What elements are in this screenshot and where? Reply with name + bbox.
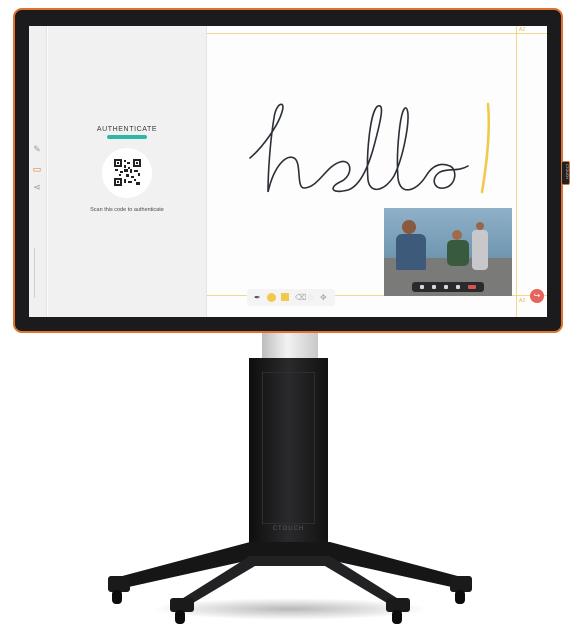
caster-wheel-back-left	[175, 610, 185, 624]
move-icon[interactable]: ✥	[320, 293, 327, 302]
authenticate-caption: Scan this code to authenticate	[90, 207, 164, 213]
end-call-button[interactable]	[468, 285, 476, 289]
drawing-toolbar: ✒ ⌫ ◌ ✥	[247, 289, 335, 306]
qr-code-icon[interactable]	[114, 159, 141, 186]
stand-column-panel	[262, 372, 315, 524]
side-tag-label: CTOUCH	[565, 164, 569, 179]
corner-label-top: A2	[519, 27, 526, 33]
person-2-head	[452, 230, 462, 240]
caster-wheel-front-left	[112, 590, 122, 604]
stand-base	[108, 542, 472, 612]
person-2-body	[447, 240, 469, 266]
pen-icon[interactable]: ✒	[254, 293, 261, 302]
corner-label-bottom: A2	[519, 298, 526, 304]
person-3-body	[472, 230, 488, 270]
screen: ✎ ▭ ⋖ AUTHENTICATE Scan this code to aut…	[29, 26, 547, 317]
side-tag: CTOUCH	[561, 161, 570, 185]
camera-button[interactable]	[420, 285, 424, 289]
share-fab-button[interactable]: ↪	[530, 289, 544, 303]
guide-line-right	[516, 26, 517, 317]
handwriting-hello[interactable]	[244, 96, 504, 206]
sidebar-scroll-track[interactable]	[34, 248, 35, 298]
caster-wheel-back-right	[392, 610, 402, 624]
screen-share-icon[interactable]: ▭	[32, 164, 42, 174]
shape-square[interactable]	[281, 293, 289, 301]
mic-button[interactable]	[432, 285, 436, 289]
left-sidebar: ✎ ▭ ⋖	[29, 26, 47, 317]
video-call-tile[interactable]	[384, 208, 512, 296]
pen-mode-icon[interactable]: ✎	[32, 144, 42, 154]
authenticate-panel: AUTHENTICATE Scan this code to authentic…	[48, 26, 207, 317]
lasso-icon[interactable]: ◌	[308, 293, 313, 302]
eraser-icon[interactable]: ⌫	[295, 293, 306, 302]
person-3-head	[476, 222, 484, 230]
share-icon[interactable]: ⋖	[32, 182, 42, 192]
person-1-body	[396, 234, 426, 270]
caster-wheel-front-right	[455, 590, 465, 604]
video-controls-bar	[412, 282, 484, 292]
person-1-head	[402, 220, 416, 234]
color-yellow[interactable]	[267, 293, 276, 302]
more-button[interactable]	[456, 285, 460, 289]
guide-line-top	[207, 33, 547, 34]
share-button[interactable]	[444, 285, 448, 289]
authenticate-title: AUTHENTICATE	[96, 126, 158, 133]
authenticate-underline	[107, 135, 147, 139]
